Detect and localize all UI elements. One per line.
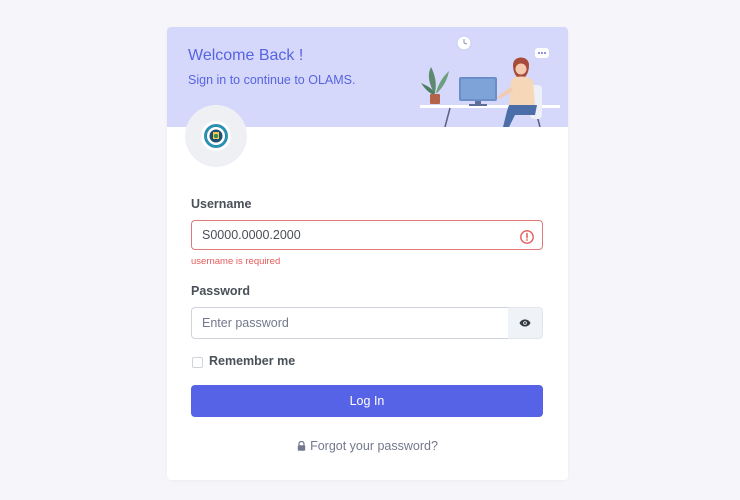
page-title: Welcome Back ! xyxy=(188,47,304,64)
login-card: Welcome Back ! Sign in to continue to OL… xyxy=(167,27,568,480)
login-button[interactable]: Log In xyxy=(191,385,543,417)
forgot-password-label[interactable]: Forgot your password? xyxy=(310,439,438,453)
remember-me-checkbox[interactable] xyxy=(192,357,203,368)
username-input[interactable] xyxy=(191,220,543,250)
username-error: username is required xyxy=(191,256,281,267)
emblem-icon xyxy=(204,124,228,148)
username-label: Username xyxy=(191,197,252,211)
password-label: Password xyxy=(191,284,251,298)
exclamation-circle-icon xyxy=(520,230,534,244)
show-password-button[interactable] xyxy=(508,307,543,339)
forgot-password-link[interactable]: Forgot your password? xyxy=(167,439,568,453)
lock-icon xyxy=(297,440,306,451)
page-subtitle: Sign in to continue to OLAMS. xyxy=(188,73,356,87)
profile-illustration xyxy=(420,35,560,127)
logo-emblem xyxy=(201,121,231,151)
organization-logo xyxy=(185,105,247,167)
remember-me-label[interactable]: Remember me xyxy=(209,354,295,368)
eye-icon xyxy=(519,319,531,327)
password-input[interactable] xyxy=(191,307,509,339)
